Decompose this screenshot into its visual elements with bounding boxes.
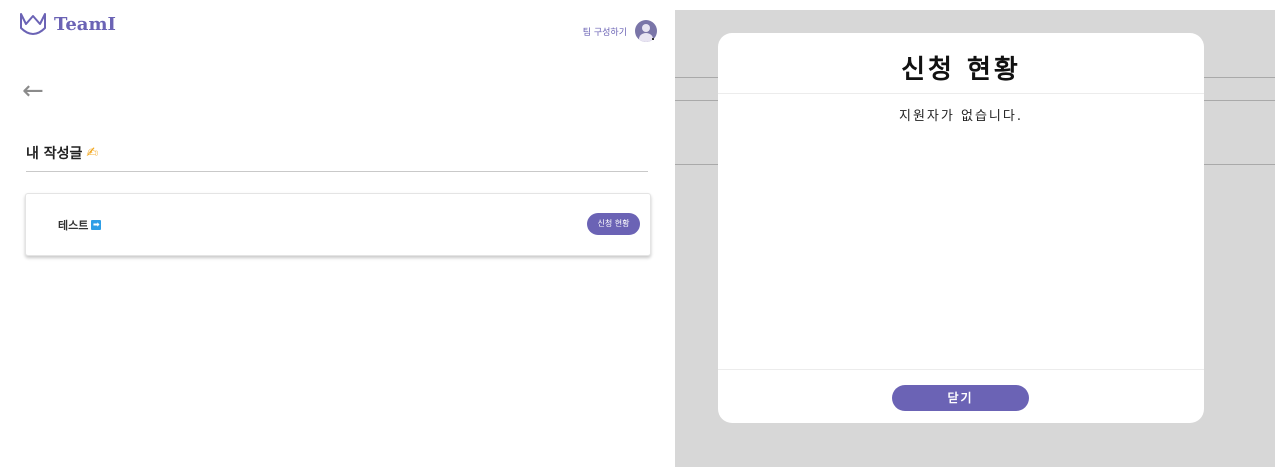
section-title-text: 내 작성글 [26, 146, 83, 162]
header-actions: 팀 구성하기 [583, 20, 657, 42]
logo-text: TeamI [54, 13, 116, 35]
no-applicants-message: 지원자가 없습니다. [899, 109, 1023, 124]
logo[interactable]: TeamI [18, 10, 116, 38]
my-posts-page: TeamI 팀 구성하기 ← 내 작성글 ✍ 테스트 ➡ 신청 현황 [0, 0, 675, 467]
back-arrow-icon[interactable]: ← [22, 78, 44, 104]
team-build-link[interactable]: 팀 구성하기 [583, 25, 627, 38]
application-status-button[interactable]: 신청 현황 [587, 213, 640, 235]
modal-title: 신청 현황 [901, 55, 1021, 85]
divider [26, 171, 648, 172]
section-title: 내 작성글 ✍ [26, 143, 98, 163]
post-title: 테스트 ➡ [58, 217, 102, 233]
dot-mark [652, 38, 654, 40]
modal-header: 신청 현황 [718, 33, 1204, 94]
application-status-modal: 신청 현황 지원자가 없습니다. 닫기 [718, 33, 1204, 423]
close-button[interactable]: 닫기 [892, 385, 1029, 411]
post-title-text: 테스트 [58, 219, 89, 232]
modal-footer: 닫기 [718, 369, 1204, 423]
pencil-icon: ✍ [86, 145, 99, 161]
post-card[interactable]: 테스트 ➡ 신청 현황 [25, 193, 651, 256]
right-arrow-badge-icon: ➡ [91, 220, 102, 230]
tulip-logo-icon [18, 10, 48, 38]
modal-screen: 신청 현황 지원자가 없습니다. 닫기 [675, 0, 1275, 467]
